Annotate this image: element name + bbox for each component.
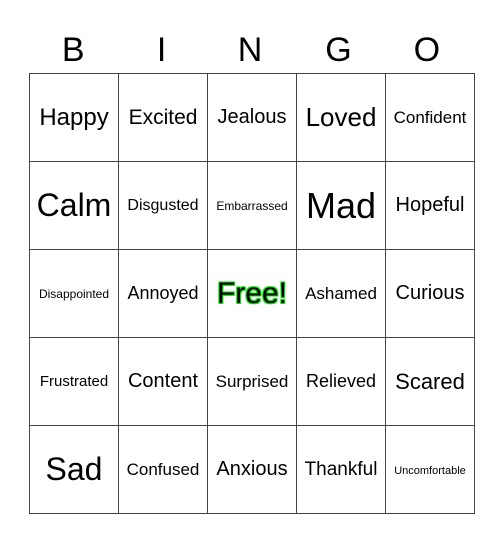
cell-label: Annoyed — [127, 283, 199, 303]
cell-label: Confused — [126, 459, 200, 479]
cell-label: Frustrated — [39, 372, 109, 390]
bingo-cell[interactable]: Mad — [296, 161, 386, 250]
bingo-cell[interactable]: Jealous — [207, 73, 297, 162]
cell-label: Content — [127, 370, 199, 392]
bingo-row: Calm Disgusted Embarrassed Mad Hopeful — [29, 161, 475, 250]
bingo-cell[interactable]: Relieved — [296, 337, 386, 426]
bingo-cell[interactable]: Anxious — [207, 425, 297, 514]
bingo-cell[interactable]: Hopeful — [385, 161, 475, 250]
bingo-row: Disappointed Annoyed Free! Ashamed Curious — [29, 249, 475, 338]
bingo-cell[interactable]: Content — [118, 337, 208, 426]
cell-label: Surprised — [215, 371, 289, 391]
header-letter-n: N — [237, 31, 263, 69]
cell-label: Calm — [36, 187, 112, 223]
bingo-cell[interactable]: Disgusted — [118, 161, 208, 250]
bingo-cell[interactable]: Calm — [29, 161, 119, 250]
free-space-label: Free! — [216, 276, 288, 310]
cell-label: Disappointed — [38, 286, 110, 301]
cell-label: Confident — [393, 107, 467, 127]
bingo-cell[interactable]: Surprised — [207, 337, 297, 426]
bingo-cell[interactable]: Frustrated — [29, 337, 119, 426]
cell-label: Uncomfortable — [394, 464, 466, 477]
cell-label: Loved — [305, 102, 377, 132]
bingo-cell[interactable]: Embarrassed — [207, 161, 297, 250]
cell-label: Anxious — [216, 458, 288, 480]
bingo-cell[interactable]: Thankful — [296, 425, 386, 514]
bingo-header: B I N G O — [29, 28, 471, 72]
bingo-row: Happy Excited Jealous Loved Confident — [29, 73, 475, 162]
header-letter-b: B — [61, 31, 85, 69]
bingo-cell[interactable]: Ashamed — [296, 249, 386, 338]
bingo-cell[interactable]: Happy — [29, 73, 119, 162]
cell-label: Excited — [128, 105, 198, 129]
bingo-cell[interactable]: Loved — [296, 73, 386, 162]
bingo-cell[interactable]: Excited — [118, 73, 208, 162]
bingo-cell[interactable]: Disappointed — [29, 249, 119, 338]
cell-label: Hopeful — [395, 194, 465, 216]
cell-label: Thankful — [304, 458, 378, 480]
bingo-row: Frustrated Content Surprised Relieved Scared — [29, 337, 475, 426]
bingo-cell[interactable]: Confident — [385, 73, 475, 162]
bingo-cell[interactable]: Confused — [118, 425, 208, 514]
cell-label: Curious — [395, 282, 465, 304]
header-letter-o: O — [413, 31, 441, 69]
cell-label: Ashamed — [305, 283, 377, 303]
bingo-cell[interactable]: Annoyed — [118, 249, 208, 338]
cell-label: Embarrassed — [216, 198, 288, 213]
bingo-cell[interactable]: Scared — [385, 337, 475, 426]
cell-label: Sad — [45, 451, 103, 487]
bingo-row: Sad Confused Anxious Thankful Uncomfortable — [29, 425, 475, 514]
header-letter-g: G — [325, 31, 352, 69]
header-letter-i: I — [156, 31, 167, 69]
cell-label: Scared — [395, 368, 465, 394]
cell-label: Disgusted — [127, 196, 199, 214]
free-space-cell[interactable]: Free! — [207, 249, 297, 338]
bingo-cell[interactable]: Curious — [385, 249, 475, 338]
cell-label: Happy — [39, 103, 109, 131]
cell-label: Mad — [305, 184, 377, 226]
bingo-cell[interactable]: Sad — [29, 425, 119, 514]
bingo-grid: Happy Excited Jealous Loved Confident Calm Dis… — [29, 73, 475, 514]
bingo-cell[interactable]: Uncomfortable — [385, 425, 475, 514]
cell-label: Relieved — [305, 371, 377, 391]
cell-label: Jealous — [217, 106, 287, 128]
